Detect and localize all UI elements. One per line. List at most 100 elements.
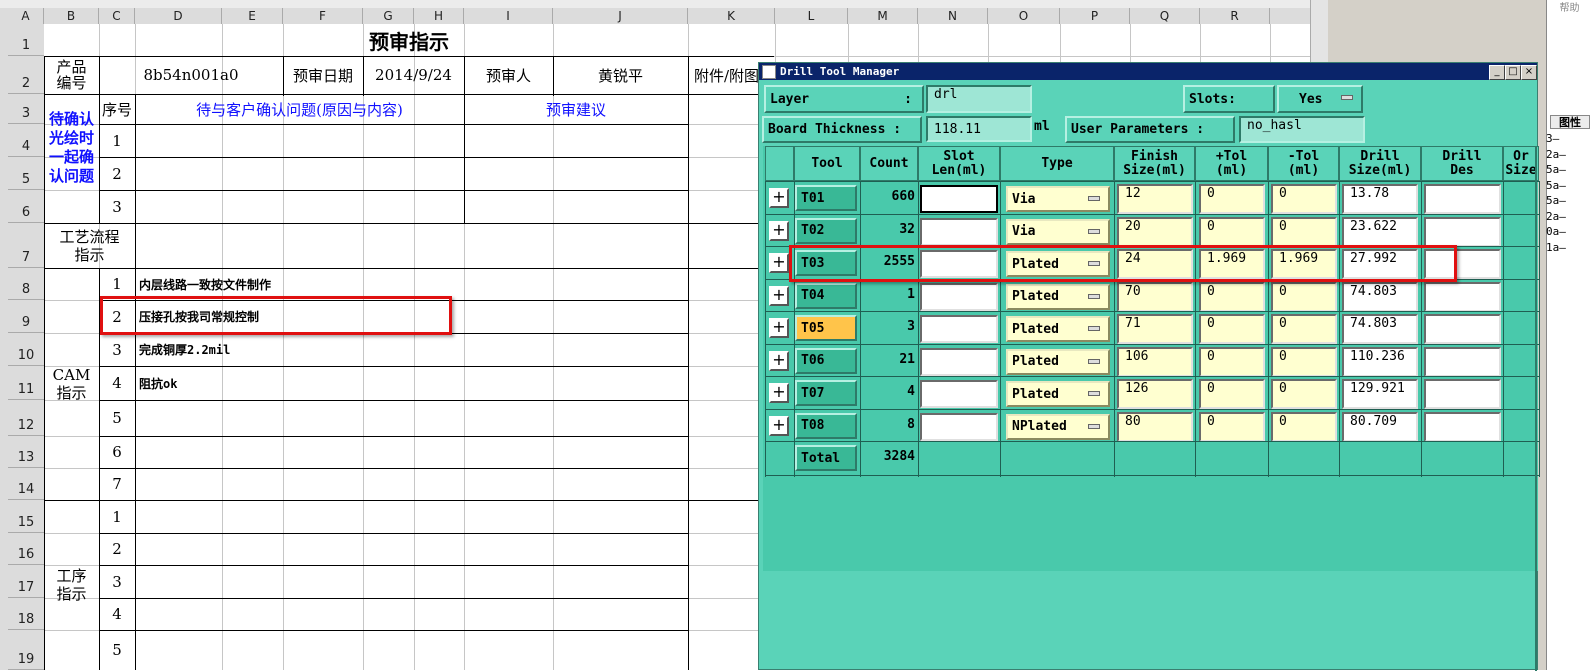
cam-step-text[interactable]: 完成铜厚2.2mil <box>135 333 685 366</box>
drill-des-input[interactable] <box>1424 314 1501 344</box>
type-dropdown[interactable]: Plated <box>1006 316 1110 342</box>
row-header[interactable]: 8 <box>8 268 44 300</box>
row-header[interactable]: 10 <box>8 333 44 366</box>
finish-size-input[interactable]: 70 <box>1117 281 1193 312</box>
drill-size-input[interactable]: 110.236 <box>1342 346 1418 377</box>
row-header[interactable]: 13 <box>8 436 44 468</box>
finish-size-input[interactable]: 20 <box>1117 216 1193 247</box>
expand-row-icon[interactable]: + <box>769 188 789 208</box>
plus-tol-input[interactable]: 0 <box>1199 411 1265 442</box>
type-dropdown[interactable]: Plated <box>1006 348 1110 375</box>
column-header[interactable]: I <box>464 8 553 24</box>
row-header[interactable]: 15 <box>8 500 44 533</box>
drill-size-input[interactable]: 23.622 <box>1342 216 1418 247</box>
expand-row-icon[interactable]: + <box>769 415 789 436</box>
type-dropdown[interactable]: Via <box>1006 218 1110 245</box>
column-header[interactable]: D <box>135 8 222 24</box>
column-header[interactable]: B <box>44 8 99 24</box>
layer-label-button[interactable]: Layer: <box>764 85 924 113</box>
drill-size-input[interactable]: 13.78 <box>1342 184 1418 214</box>
type-dropdown[interactable]: NPlated <box>1006 413 1110 440</box>
row-header[interactable]: 12 <box>8 400 44 436</box>
board-thickness-input[interactable]: 118.11 <box>926 116 1032 142</box>
slot-length-input[interactable] <box>920 185 998 213</box>
cam-step-text[interactable] <box>135 468 685 500</box>
drill-des-input[interactable] <box>1424 346 1501 377</box>
tool-button[interactable]: T02 <box>795 217 857 244</box>
drill-des-input[interactable] <box>1424 216 1501 247</box>
minus-tol-input[interactable]: 0 <box>1271 184 1337 214</box>
finish-size-input[interactable]: 126 <box>1117 379 1193 409</box>
row-header[interactable]: 17 <box>8 565 44 598</box>
slot-length-input[interactable] <box>920 282 998 311</box>
drill-des-input[interactable] <box>1424 281 1501 312</box>
maximize-button[interactable]: □ <box>1505 65 1521 80</box>
cam-step-text[interactable]: 阻抗ok <box>135 366 685 400</box>
tool-button[interactable]: T06 <box>795 347 857 374</box>
cam-step-text[interactable] <box>135 436 685 468</box>
finish-size-input[interactable]: 71 <box>1117 314 1193 344</box>
row-header[interactable]: 14 <box>8 468 44 500</box>
minus-tol-input[interactable]: 0 <box>1271 346 1337 377</box>
plus-tol-input[interactable]: 0 <box>1199 379 1265 409</box>
tool-button[interactable]: T05 <box>795 315 857 341</box>
tool-button[interactable]: T01 <box>795 185 857 211</box>
finish-size-input[interactable]: 106 <box>1117 346 1193 377</box>
row-header[interactable]: 5 <box>8 157 44 190</box>
expand-row-icon[interactable]: + <box>769 350 789 371</box>
plus-tol-input[interactable]: 0 <box>1199 184 1265 214</box>
column-header[interactable]: A <box>8 8 44 24</box>
plus-tol-input[interactable]: 0 <box>1199 216 1265 247</box>
column-header[interactable]: F <box>283 8 363 24</box>
tool-button[interactable]: T08 <box>795 412 857 439</box>
tool-button[interactable]: T07 <box>795 380 857 406</box>
row-header[interactable]: 7 <box>8 223 44 268</box>
plus-tol-input[interactable]: 0 <box>1199 281 1265 312</box>
slot-length-input[interactable] <box>920 380 998 408</box>
minus-tol-input[interactable]: 0 <box>1271 281 1337 312</box>
column-header[interactable]: J <box>553 8 688 24</box>
row-header[interactable]: 6 <box>8 190 44 223</box>
minus-tol-input[interactable]: 0 <box>1271 314 1337 344</box>
drill-des-input[interactable] <box>1424 379 1501 409</box>
column-header[interactable]: P <box>1060 8 1130 24</box>
minus-tol-input[interactable]: 0 <box>1271 216 1337 247</box>
type-dropdown[interactable]: Via <box>1006 186 1110 212</box>
type-dropdown[interactable]: Plated <box>1006 381 1110 407</box>
row-header[interactable]: 1 <box>8 24 44 56</box>
expand-row-icon[interactable]: + <box>769 285 789 306</box>
plus-tol-input[interactable]: 0 <box>1199 346 1265 377</box>
column-header[interactable]: N <box>918 8 988 24</box>
window-menu-icon[interactable] <box>762 64 776 79</box>
row-header[interactable]: 9 <box>8 300 44 333</box>
drill-des-input[interactable] <box>1424 411 1501 442</box>
review-date-value[interactable]: 2014/9/24 <box>363 56 464 94</box>
column-header[interactable]: C <box>99 8 135 24</box>
row-header[interactable]: 3 <box>8 94 44 124</box>
reviewer-name[interactable]: 黄锐平 <box>553 56 688 94</box>
slots-dropdown[interactable]: Yes <box>1277 85 1363 113</box>
row-header[interactable]: 18 <box>8 598 44 630</box>
finish-size-input[interactable]: 12 <box>1117 184 1193 214</box>
tool-button[interactable]: T04 <box>795 282 857 309</box>
drill-size-input[interactable]: 74.803 <box>1342 314 1418 344</box>
close-button[interactable]: × <box>1521 65 1537 80</box>
column-header[interactable]: R <box>1200 8 1270 24</box>
expand-row-icon[interactable]: + <box>769 253 789 273</box>
column-header[interactable]: E <box>222 8 283 24</box>
product-no-value[interactable]: 8b54n001a0 <box>99 56 283 94</box>
row-header[interactable]: 19 <box>8 630 44 670</box>
expand-row-icon[interactable]: + <box>769 318 789 338</box>
row-header[interactable]: 2 <box>8 56 44 94</box>
type-dropdown[interactable]: Plated <box>1006 283 1110 310</box>
slot-length-input[interactable] <box>920 217 998 246</box>
finish-size-input[interactable]: 80 <box>1117 411 1193 442</box>
slot-length-input[interactable] <box>920 315 998 343</box>
column-header[interactable]: L <box>775 8 848 24</box>
column-header[interactable]: H <box>414 8 464 24</box>
side-tab[interactable]: 图性 <box>1550 115 1590 129</box>
row-header[interactable]: 16 <box>8 533 44 565</box>
column-header[interactable]: Q <box>1130 8 1200 24</box>
column-header[interactable]: O <box>988 8 1060 24</box>
slot-length-input[interactable] <box>920 347 998 376</box>
